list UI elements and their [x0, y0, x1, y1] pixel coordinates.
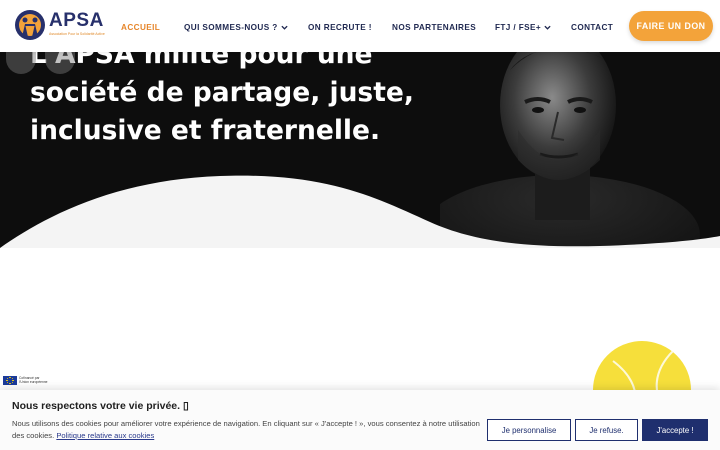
site-logo[interactable]: APSA Association Pour la Solidarité Acti…	[14, 9, 105, 43]
eu-flag-icon	[3, 376, 17, 385]
cookie-accept-button[interactable]: J'accepte !	[642, 419, 708, 441]
nav-item-on-recrute[interactable]: ON RECRUTE !	[308, 21, 372, 33]
hero-headline-line: inclusive et fraternelle.	[30, 115, 381, 146]
donate-button[interactable]: FAIRE UN DON	[629, 11, 713, 41]
chevron-down-icon	[281, 25, 288, 30]
cookie-banner-title: Nous respectons votre vie privée. ▯	[12, 400, 189, 412]
cookie-customize-button[interactable]: Je personnalise	[487, 419, 571, 441]
nav-item-label: ON RECRUTE !	[308, 22, 372, 32]
cookie-consent-banner: Nous respectons votre vie privée. ▯ Nous…	[0, 390, 720, 450]
hero-headline: L'APSA milite pour une société de partag…	[30, 36, 430, 150]
nav-item-label: NOS PARTENAIRES	[392, 22, 477, 32]
nav-item-ftj-fse[interactable]: FTJ / FSE+	[495, 21, 551, 33]
nav-item-label: QUI SOMMES-NOUS ?	[184, 22, 278, 32]
chevron-down-icon	[544, 25, 551, 30]
cookie-policy-link[interactable]: Politique relative aux cookies	[56, 431, 154, 440]
logo-name: APSA	[49, 10, 104, 31]
nav-item-label: FTJ / FSE+	[495, 22, 542, 32]
hero-headline-line: société de partage, juste,	[30, 77, 414, 108]
hero-wave-divider	[0, 175, 720, 248]
logo-tagline: Association Pour la Solidarité Active	[49, 32, 105, 36]
nav-item-nos-partenaires[interactable]: NOS PARTENAIRES	[392, 21, 476, 33]
nav-item-contact[interactable]: CONTACT	[571, 21, 613, 33]
logo-icon	[15, 10, 45, 40]
nav-item-label: CONTACT	[571, 22, 614, 32]
eu-cofunding-line: l'Union européenne	[19, 380, 48, 384]
nav-item-label: ACCUEIL	[121, 22, 161, 32]
nav-item-qui-sommes-nous[interactable]: QUI SOMMES-NOUS ?	[184, 21, 288, 33]
eu-cofunding-label: Cofinancé par l'Union européenne	[19, 376, 59, 384]
cookie-banner-text: Nous utilisons des cookies pour améliore…	[12, 418, 482, 442]
nav-item-accueil[interactable]: ACCUEIL	[121, 21, 160, 33]
cookie-refuse-button[interactable]: Je refuse.	[575, 419, 638, 441]
site-header: APSA Association Pour la Solidarité Acti…	[0, 0, 720, 52]
